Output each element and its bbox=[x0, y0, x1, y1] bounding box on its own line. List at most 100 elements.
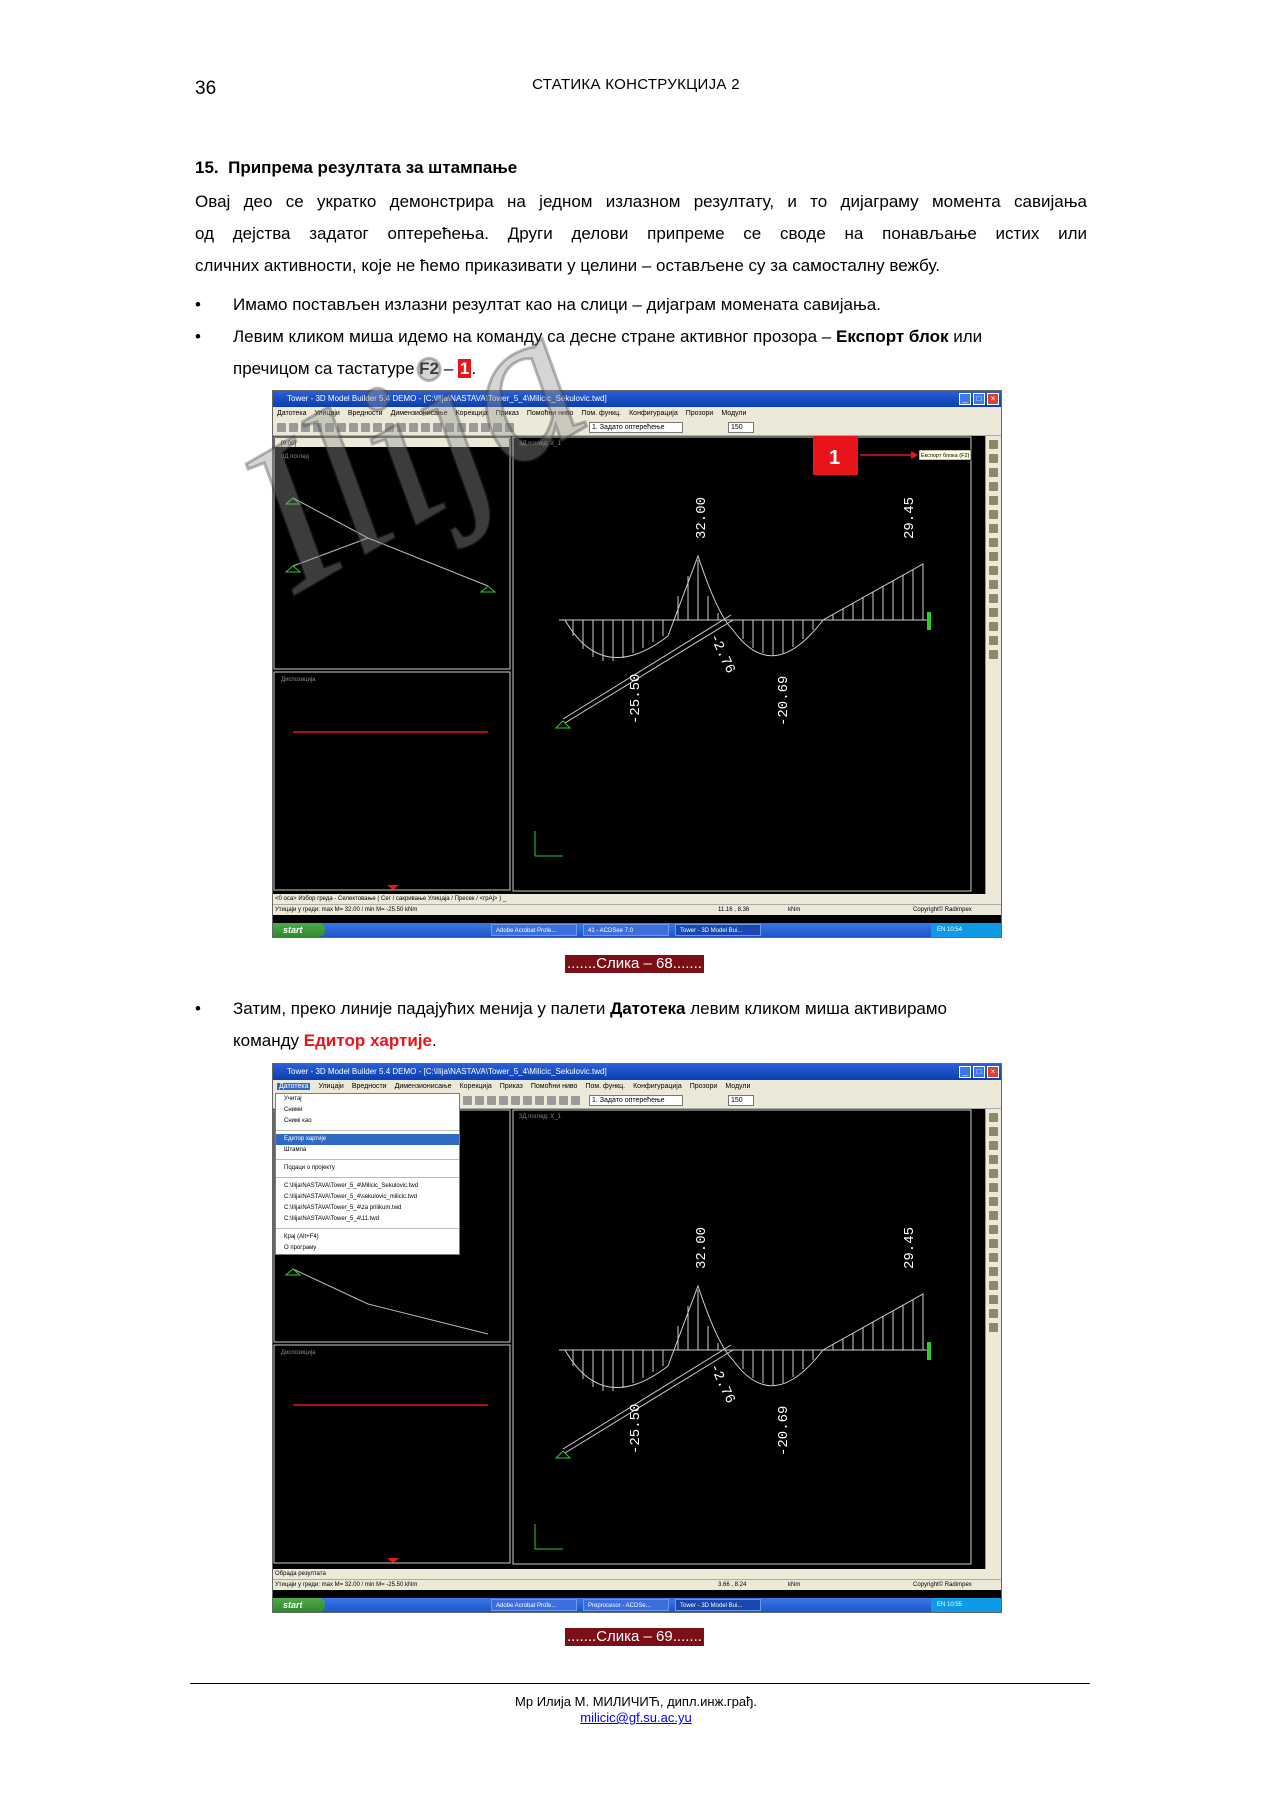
menu-datoteka[interactable]: Датотека bbox=[277, 410, 306, 417]
menu-item-print[interactable]: Штампа bbox=[276, 1145, 459, 1156]
task-acrobat[interactable]: Adobe Acrobat Profe... bbox=[491, 1599, 577, 1611]
tool-icon[interactable] bbox=[289, 423, 298, 432]
maximize-icon[interactable]: □ bbox=[973, 393, 985, 405]
footer-email-link[interactable]: milicic@gf.su.ac.yu bbox=[0, 1710, 1272, 1725]
palette-icon[interactable] bbox=[989, 1267, 998, 1276]
menu-item-recent-4[interactable]: C:\Ilija\NASTAVA\Tower_5_4\11.twd bbox=[276, 1214, 459, 1225]
export-block-icon[interactable] bbox=[989, 440, 998, 449]
tool-icon[interactable] bbox=[397, 423, 406, 432]
tool-icon[interactable] bbox=[301, 423, 310, 432]
menu-konfiguracija[interactable]: Конфигурација bbox=[633, 1083, 682, 1090]
menu-item-save[interactable]: Сними bbox=[276, 1105, 459, 1116]
palette-icon[interactable] bbox=[989, 552, 998, 561]
palette-icon[interactable] bbox=[989, 1225, 998, 1234]
menu-dimenzionisanje[interactable]: Димензионисање bbox=[395, 1083, 452, 1090]
tool-icon[interactable] bbox=[457, 423, 466, 432]
tool-icon[interactable] bbox=[469, 423, 478, 432]
menu-item-project-data[interactable]: Подаци о пројекту bbox=[276, 1163, 459, 1174]
command-line[interactable]: Обрада резултата bbox=[273, 1569, 1001, 1579]
task-acrobat[interactable]: Adobe Acrobat Profe... bbox=[491, 924, 577, 936]
palette-icon[interactable] bbox=[989, 1309, 998, 1318]
tool-icon[interactable] bbox=[523, 1096, 532, 1105]
palette-icon[interactable] bbox=[989, 1253, 998, 1262]
menu-item-exit[interactable]: Крај (Alt+F4) bbox=[276, 1232, 459, 1243]
zoom-select[interactable]: 150 bbox=[728, 1095, 754, 1106]
tool-icon[interactable] bbox=[349, 423, 358, 432]
palette-icon[interactable] bbox=[989, 580, 998, 589]
tool-icon[interactable] bbox=[547, 1096, 556, 1105]
tool-icon[interactable] bbox=[433, 423, 442, 432]
menu-konfiguracija[interactable]: Конфигурација bbox=[629, 410, 678, 417]
tool-icon[interactable] bbox=[511, 1096, 520, 1105]
palette-icon[interactable] bbox=[989, 496, 998, 505]
palette-icon[interactable] bbox=[989, 510, 998, 519]
menu-uticaji[interactable]: Улицаји bbox=[318, 1083, 343, 1090]
view-combo[interactable] bbox=[275, 438, 509, 447]
minimize-icon[interactable]: _ bbox=[959, 393, 971, 405]
tool-icon[interactable] bbox=[463, 1096, 472, 1105]
tool-icon[interactable] bbox=[445, 423, 454, 432]
task-acdsee[interactable]: Preprocesor - ACDSe... bbox=[583, 1599, 669, 1611]
menu-item-load[interactable]: Учитај bbox=[276, 1094, 459, 1105]
tool-icon[interactable] bbox=[325, 423, 334, 432]
tool-icon[interactable] bbox=[277, 423, 286, 432]
menu-korekcija[interactable]: Корекција bbox=[456, 410, 488, 417]
menu-prozori[interactable]: Прозори bbox=[690, 1083, 718, 1090]
palette-icon[interactable] bbox=[989, 1155, 998, 1164]
tool-icon[interactable] bbox=[571, 1096, 580, 1105]
palette-icon[interactable] bbox=[989, 1281, 998, 1290]
menu-item-paper-editor[interactable]: Едитор хартије bbox=[276, 1134, 459, 1145]
palette-icon[interactable] bbox=[989, 454, 998, 463]
start-button[interactable]: start bbox=[273, 1598, 325, 1612]
tool-icon[interactable] bbox=[535, 1096, 544, 1105]
load-case-select[interactable]: 1. Задато оптерећење bbox=[589, 422, 683, 433]
menu-prikaz[interactable]: Приказ bbox=[500, 1083, 523, 1090]
task-acdsee[interactable]: 41 - ACDSee 7.0 bbox=[583, 924, 669, 936]
palette-icon[interactable] bbox=[989, 524, 998, 533]
tool-icon[interactable] bbox=[337, 423, 346, 432]
start-button[interactable]: start bbox=[273, 923, 325, 937]
menu-moduli[interactable]: Модули bbox=[725, 1083, 750, 1090]
menu-item-recent-1[interactable]: C:\Ilija\NASTAVA\Tower_5_4\Milicic_Sekul… bbox=[276, 1181, 459, 1192]
tool-icon[interactable] bbox=[385, 423, 394, 432]
palette-icon[interactable] bbox=[989, 1169, 998, 1178]
tool-icon[interactable] bbox=[499, 1096, 508, 1105]
palette-icon[interactable] bbox=[989, 1197, 998, 1206]
palette-icon[interactable] bbox=[989, 468, 998, 477]
tool-icon[interactable] bbox=[475, 1096, 484, 1105]
menu-moduli[interactable]: Модули bbox=[721, 410, 746, 417]
palette-icon[interactable] bbox=[989, 636, 998, 645]
menu-pom-funkc[interactable]: Пом. функц. bbox=[581, 410, 621, 417]
palette-icon[interactable] bbox=[989, 1141, 998, 1150]
menu-item-recent-2[interactable]: C:\Ilija\NASTAVA\Tower_5_4\sekulovic_mil… bbox=[276, 1192, 459, 1203]
tool-icon[interactable] bbox=[409, 423, 418, 432]
palette-icon[interactable] bbox=[989, 650, 998, 659]
menu-korekcija[interactable]: Корекција bbox=[460, 1083, 492, 1090]
tool-icon[interactable] bbox=[421, 423, 430, 432]
minimize-icon[interactable]: _ bbox=[959, 1066, 971, 1078]
palette-icon[interactable] bbox=[989, 622, 998, 631]
menu-vrednosti[interactable]: Вредности bbox=[348, 410, 383, 417]
tool-icon[interactable] bbox=[493, 423, 502, 432]
close-icon[interactable]: × bbox=[987, 1066, 999, 1078]
palette-icon[interactable] bbox=[989, 1183, 998, 1192]
palette-icon[interactable] bbox=[989, 482, 998, 491]
tool-icon[interactable] bbox=[487, 1096, 496, 1105]
close-icon[interactable]: × bbox=[987, 393, 999, 405]
menu-item-save-as[interactable]: Снимi као bbox=[276, 1116, 459, 1127]
tool-icon[interactable] bbox=[361, 423, 370, 432]
task-tower[interactable]: Tower - 3D Model Bui... bbox=[675, 1599, 761, 1611]
palette-icon[interactable] bbox=[989, 1295, 998, 1304]
palette-icon[interactable] bbox=[989, 608, 998, 617]
load-case-select[interactable]: 1. Задато оптерећење bbox=[589, 1095, 683, 1106]
maximize-icon[interactable]: □ bbox=[973, 1066, 985, 1078]
tool-icon[interactable] bbox=[559, 1096, 568, 1105]
menu-pomocni-nivo[interactable]: Помоћни ниво bbox=[531, 1083, 578, 1090]
tool-icon[interactable] bbox=[313, 423, 322, 432]
menu-item-about[interactable]: О програму bbox=[276, 1243, 459, 1254]
palette-icon[interactable] bbox=[989, 594, 998, 603]
menu-dimenzionisanje[interactable]: Димензионисање bbox=[391, 410, 448, 417]
menu-pom-funkc[interactable]: Пом. функц. bbox=[585, 1083, 625, 1090]
menu-item-recent-3[interactable]: C:\Ilija\NASTAVA\Tower_5_4\za prilikum.t… bbox=[276, 1203, 459, 1214]
palette-icon[interactable] bbox=[989, 1127, 998, 1136]
